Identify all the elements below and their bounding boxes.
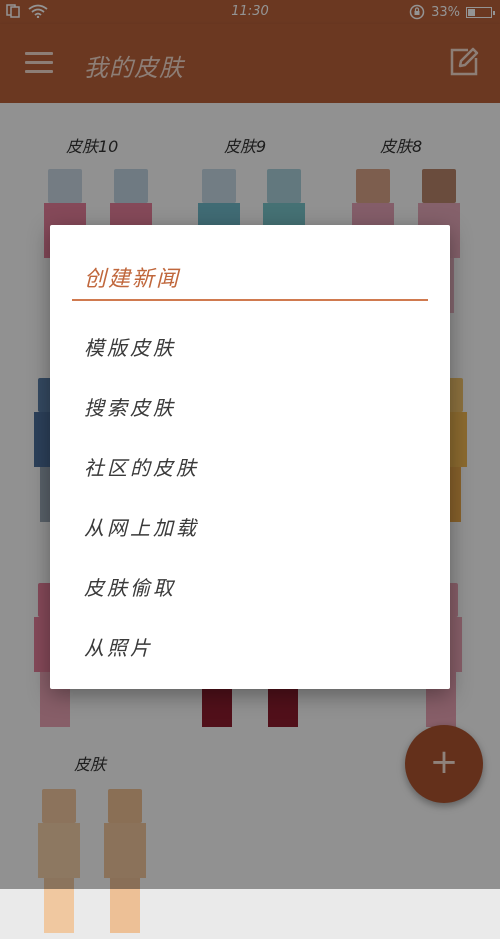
- option-community-skin[interactable]: 社区的皮肤: [50, 436, 450, 496]
- dialog-divider: [72, 299, 428, 301]
- option-steal-skin[interactable]: 皮肤偷取: [50, 556, 450, 616]
- option-label: 搜索皮肤: [84, 396, 176, 420]
- option-label: 皮肤偷取: [84, 576, 176, 600]
- option-label: 社区的皮肤: [84, 456, 199, 480]
- dialog-title: 创建新闻: [84, 267, 181, 292]
- option-label: 模版皮肤: [84, 336, 176, 360]
- create-new-dialog: 创建新闻 模版皮肤 搜索皮肤 社区的皮肤 从网上加载 皮肤偷取 从照片: [50, 225, 450, 689]
- option-search-skin[interactable]: 搜索皮肤: [50, 376, 450, 436]
- option-load-from-web[interactable]: 从网上加载: [50, 496, 450, 556]
- option-template-skin[interactable]: 模版皮肤: [50, 316, 450, 376]
- option-label: 从网上加载: [84, 516, 199, 540]
- option-from-photo[interactable]: 从照片: [50, 616, 450, 676]
- option-label: 从照片: [84, 636, 153, 660]
